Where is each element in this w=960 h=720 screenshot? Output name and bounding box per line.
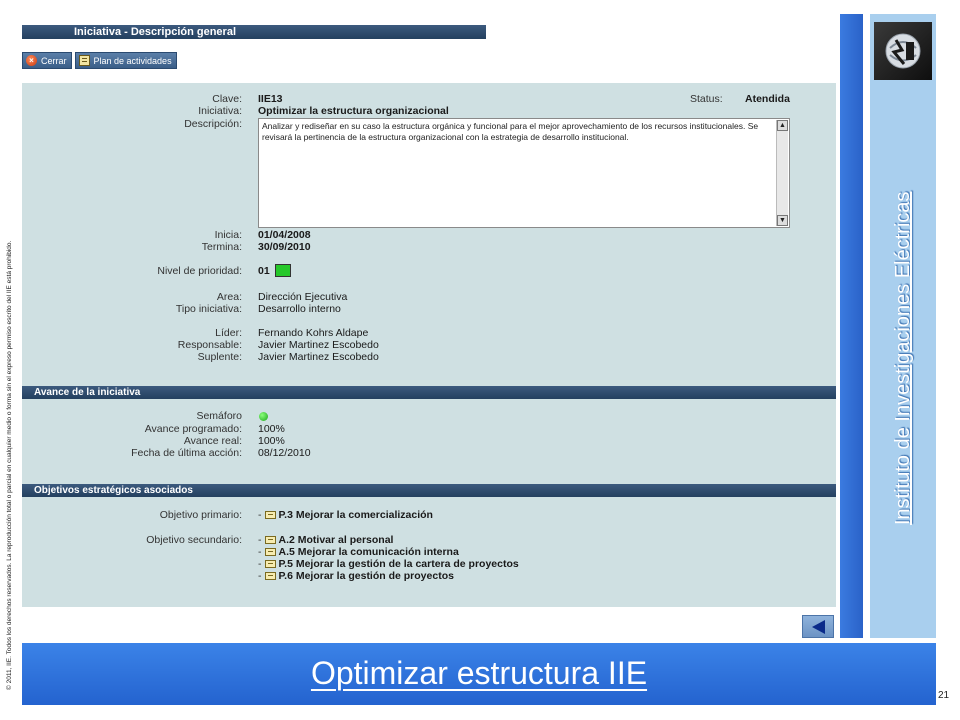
folder-icon (264, 536, 276, 544)
suplente-value: Javier Martinez Escobedo (258, 351, 379, 363)
objective-item[interactable]: - A.2 Motivar al personal (258, 534, 393, 546)
description-textarea[interactable]: Analizar y rediseñar en su caso la estru… (258, 118, 790, 228)
termina-value: 30/09/2010 (258, 241, 311, 253)
status-label: Status: (690, 93, 723, 105)
suplente-label: Suplente: (197, 351, 242, 363)
fecha-value: 08/12/2010 (258, 447, 311, 459)
traffic-light-icon (259, 412, 268, 421)
primario-label: Objetivo primario: (159, 509, 242, 521)
copyright-notice: © 2011, IIE. Todos los derechos reservad… (6, 240, 13, 690)
objective-item[interactable]: - P.5 Mejorar la gestión de la cartera d… (258, 558, 519, 570)
bullet-dash: - (258, 509, 262, 521)
status-value: Atendida (745, 93, 790, 105)
programado-label: Avance programado: (144, 423, 242, 435)
prioridad-value: 01 (258, 265, 270, 277)
priority-color-swatch (275, 264, 291, 277)
page-number: 21 (938, 690, 950, 701)
institute-name-vertical: Instituto de Investigaciones Eléctricas (892, 191, 914, 525)
decorative-blue-strip (840, 14, 863, 638)
folder-icon (264, 572, 276, 580)
fecha-label: Fecha de última acción: (131, 447, 242, 459)
bullet-dash: - (258, 546, 262, 558)
objective-text: P.5 Mejorar la gestión de la cartera de … (278, 558, 519, 570)
back-button[interactable] (802, 615, 834, 638)
programado-value: 100% (258, 423, 285, 435)
clave-value: IIE13 (258, 93, 283, 105)
objective-text: P.6 Mejorar la gestión de proyectos (278, 570, 454, 582)
globe-logo-icon (885, 33, 921, 69)
window-title: Iniciativa - Descripción general (22, 25, 486, 39)
folder-icon (264, 560, 276, 568)
close-button[interactable]: × Cerrar (22, 52, 72, 69)
responsable-label: Responsable: (177, 339, 242, 351)
section-objetivos-header: Objetivos estratégicos asociados (22, 484, 836, 497)
tipo-value: Desarrollo interno (258, 303, 341, 315)
iniciativa-value: Optimizar la estructura organizacional (258, 105, 449, 117)
document-icon (78, 55, 90, 66)
activity-plan-button[interactable]: Plan de actividades (74, 52, 177, 69)
area-value: Dirección Ejecutiva (258, 291, 348, 303)
responsable-value: Javier Martinez Escobedo (258, 339, 379, 351)
bullet-dash: - (258, 558, 262, 570)
slide-title-banner: Optimizar estructura IIE (22, 643, 936, 705)
iniciativa-label: Iniciativa: (198, 105, 242, 117)
lider-value: Fernando Kohrs Aldape (258, 327, 369, 339)
scroll-down-icon[interactable]: ▼ (777, 215, 788, 226)
bullet-dash: - (258, 570, 262, 582)
close-icon: × (26, 55, 37, 66)
termina-label: Termina: (201, 241, 242, 253)
close-button-label: Cerrar (41, 55, 67, 66)
objective-text: A.2 Motivar al personal (278, 534, 394, 546)
prioridad-label: Nivel de prioridad: (157, 265, 242, 277)
objective-item[interactable]: - P.3 Mejorar la comercialización (258, 509, 433, 521)
bullet-dash: - (258, 534, 262, 546)
description-scrollbar[interactable]: ▲ ▼ (776, 120, 788, 226)
detail-panel: Clave: IIE13 Status: Atendida Iniciativa… (22, 83, 836, 607)
objective-text: A.5 Mejorar la comunicación interna (278, 546, 459, 558)
folder-icon (264, 511, 276, 519)
semaforo-label: Semáforo (196, 410, 242, 422)
secundario-label: Objetivo secundario: (146, 534, 242, 546)
folder-icon (264, 548, 276, 556)
description-text: Analizar y rediseñar en su caso la estru… (262, 121, 759, 142)
tipo-label: Tipo iniciativa: (175, 303, 242, 315)
institute-logo (874, 22, 932, 80)
scroll-up-icon[interactable]: ▲ (777, 120, 788, 131)
clave-label: Clave: (212, 93, 242, 105)
descripcion-label: Descripción: (184, 118, 242, 130)
real-label: Avance real: (183, 435, 242, 447)
section-avance-header: Avance de la iniciativa (22, 386, 836, 399)
objective-text: P.3 Mejorar la comercialización (278, 509, 433, 521)
area-label: Area: (216, 291, 242, 303)
arrow-left-icon (811, 619, 825, 634)
real-value: 100% (258, 435, 285, 447)
inicia-value: 01/04/2008 (258, 229, 311, 241)
inicia-label: Inicia: (214, 229, 242, 241)
objective-item[interactable]: - A.5 Mejorar la comunicación interna (258, 546, 459, 558)
objective-item[interactable]: - P.6 Mejorar la gestión de proyectos (258, 570, 454, 582)
activity-plan-label: Plan de actividades (93, 55, 172, 66)
toolbar: × Cerrar Plan de actividades (22, 52, 177, 69)
lider-label: Líder: (215, 327, 242, 339)
